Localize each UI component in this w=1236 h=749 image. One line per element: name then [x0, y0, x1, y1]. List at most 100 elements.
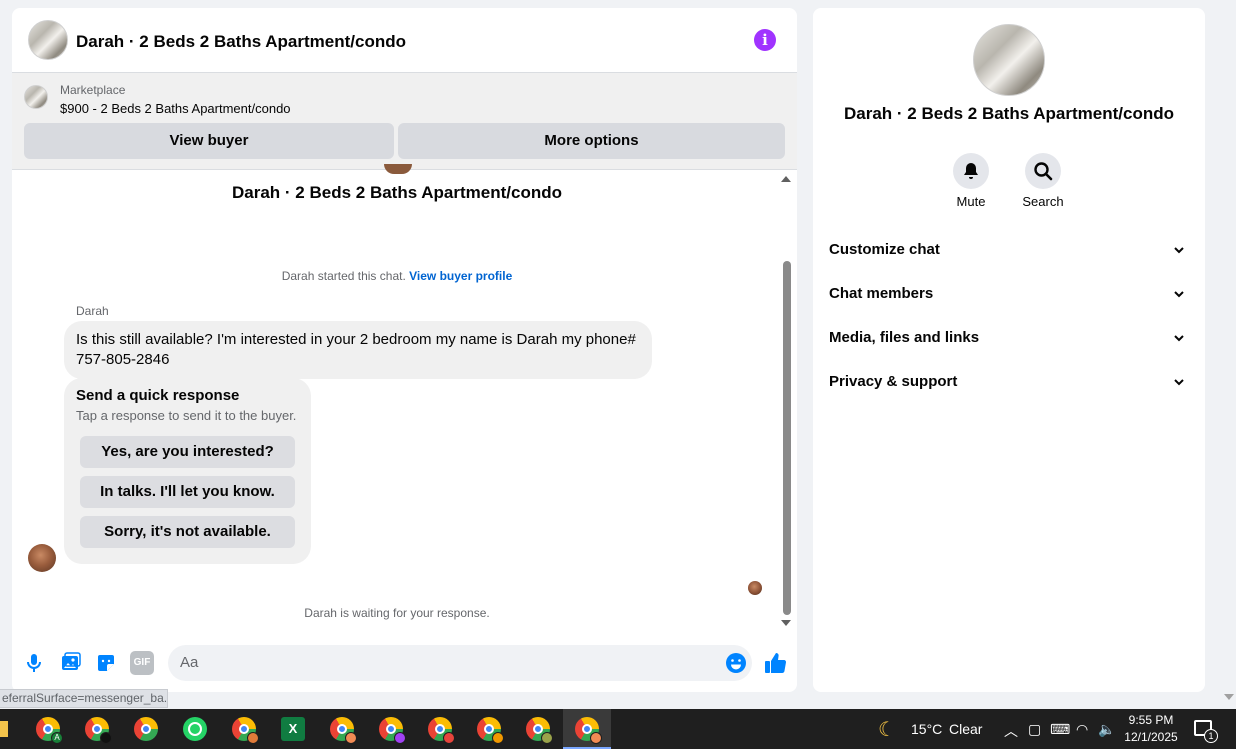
section-media-files-links[interactable]: Media, files and links — [829, 322, 1189, 354]
chat-started-text: Darah started this chat. — [281, 269, 406, 283]
taskbar-chrome-3[interactable] — [122, 709, 170, 749]
profile-badge — [394, 732, 406, 744]
chrome-icon — [330, 717, 357, 744]
section-privacy-support[interactable]: Privacy & support — [829, 366, 1189, 398]
quick-response-card: Send a quick response Tap a response to … — [64, 378, 311, 564]
taskbar-chrome-a[interactable]: A — [24, 709, 72, 749]
taskbar-chrome-5[interactable] — [318, 709, 366, 749]
chrome-icon — [134, 717, 158, 741]
clock-date: 12/1/2025 — [1124, 730, 1178, 744]
system-clock[interactable]: 9:55 PM 12/1/2025 — [1116, 712, 1186, 746]
listing-bar: Marketplace $900 - 2 Beds 2 Baths Apartm… — [12, 73, 797, 170]
chrome-icon — [232, 717, 259, 744]
section-label: Media, files and links — [829, 329, 980, 346]
listing-price-title[interactable]: $900 - 2 Beds 2 Baths Apartment/condo — [60, 101, 291, 116]
whatsapp-icon — [183, 717, 207, 741]
chrome-icon — [85, 717, 112, 744]
section-label: Chat members — [829, 285, 934, 302]
like-icon[interactable] — [763, 651, 787, 675]
more-options-button[interactable]: More options — [398, 123, 785, 159]
thread-title: Darah · 2 Beds 2 Baths Apartment/condo — [232, 183, 562, 202]
section-label: Customize chat — [829, 241, 940, 258]
moon-icon[interactable]: ☾ — [878, 717, 896, 742]
clock-time: 9:55 PM — [1128, 713, 1174, 727]
view-buyer-button[interactable]: View buyer — [24, 123, 394, 159]
chevron-up-icon[interactable]: ︿ — [1004, 721, 1018, 741]
section-chat-members[interactable]: Chat members — [829, 278, 1189, 310]
quick-response-in-talks[interactable]: In talks. I'll let you know. — [80, 476, 295, 508]
chat-title[interactable]: Darah · 2 Beds 2 Baths Apartment/condo — [76, 32, 406, 52]
taskbar-chrome-4[interactable] — [220, 709, 268, 749]
windows-taskbar: A X ☾ 15°C Clear ︿ ▢ ⌨ ◠ 🔈 9:55 PM 12/1/… — [0, 709, 1236, 749]
meet-now-icon[interactable]: ▢ — [1028, 721, 1041, 738]
search-icon — [1034, 162, 1053, 181]
status-bar-url: eferralSurface=messenger_ba... — [0, 689, 168, 708]
chat-header: Darah · 2 Beds 2 Baths Apartment/condo i — [12, 8, 797, 73]
taskbar-chrome-7[interactable] — [416, 709, 464, 749]
taskbar-chrome-active[interactable] — [563, 709, 611, 749]
listing-avatar[interactable] — [28, 20, 68, 60]
taskbar-chrome-8[interactable] — [465, 709, 513, 749]
taskbar-excel[interactable]: X — [269, 709, 317, 749]
emoji-icon[interactable] — [725, 652, 747, 674]
weather-temp[interactable]: 15°C — [911, 721, 942, 737]
quick-response-subtitle: Tap a response to send it to the buyer. — [76, 408, 297, 423]
sender-avatar[interactable] — [28, 544, 56, 572]
chevron-down-icon — [1174, 291, 1184, 298]
mute-label: Mute — [956, 194, 986, 209]
section-label: Privacy & support — [829, 373, 958, 390]
taskbar-chrome-6[interactable] — [367, 709, 415, 749]
message-scrollbar[interactable] — [780, 170, 792, 633]
profile-badge — [541, 732, 553, 744]
thread-avatar — [384, 164, 412, 174]
weather-desc[interactable]: Clear — [949, 721, 982, 737]
mute-button[interactable] — [953, 153, 989, 189]
gif-icon[interactable]: GIF — [130, 651, 154, 675]
quick-response-title: Send a quick response — [76, 387, 240, 404]
notification-count-badge: 1 — [1204, 729, 1218, 743]
conversation-avatar[interactable] — [973, 24, 1045, 96]
search-button[interactable] — [1025, 153, 1061, 189]
ime-icon[interactable]: ⌨ — [1050, 721, 1070, 738]
file-explorer-icon[interactable] — [0, 721, 8, 737]
profile-badge — [247, 732, 259, 744]
page-scroll-down-icon[interactable] — [1224, 694, 1234, 700]
view-buyer-profile-link[interactable]: View buyer profile — [409, 269, 512, 283]
quick-response-yes[interactable]: Yes, are you interested? — [80, 436, 295, 468]
chevron-down-icon — [1174, 335, 1184, 342]
microphone-icon[interactable] — [22, 651, 46, 675]
chrome-icon — [379, 717, 406, 744]
section-customize-chat[interactable]: Customize chat — [829, 234, 1189, 266]
listing-thumbnail[interactable] — [24, 85, 48, 109]
profile-badge — [443, 732, 455, 744]
taskbar-whatsapp[interactable] — [171, 709, 219, 749]
page-scrollbar[interactable] — [1220, 0, 1236, 709]
scroll-up-arrow-icon[interactable] — [781, 176, 791, 182]
bell-icon — [964, 163, 978, 179]
profile-badge: A — [51, 732, 63, 744]
chrome-icon — [477, 717, 504, 744]
conversation-title: Darah · 2 Beds 2 Baths Apartment/condo — [844, 104, 1174, 123]
taskbar-chrome-9[interactable] — [514, 709, 562, 749]
taskbar-chrome-2[interactable] — [73, 709, 121, 749]
chat-panel: Darah · 2 Beds 2 Baths Apartment/condo i… — [12, 8, 797, 692]
message-input[interactable]: Aa — [168, 645, 752, 681]
volume-muted-icon[interactable]: 🔈 — [1098, 721, 1115, 738]
search-label: Search — [1022, 194, 1064, 209]
scroll-down-arrow-icon[interactable] — [781, 620, 791, 626]
chat-started-notice: Darah started this chat. View buyer prof… — [12, 269, 782, 283]
profile-badge — [345, 732, 357, 744]
chrome-icon: A — [36, 717, 63, 744]
chevron-down-icon — [1174, 379, 1184, 386]
sender-name: Darah — [76, 304, 109, 318]
image-icon[interactable] — [58, 651, 82, 675]
wifi-icon[interactable]: ◠ — [1076, 721, 1088, 738]
chrome-icon — [526, 717, 553, 744]
sticker-icon[interactable] — [94, 651, 118, 675]
conversation-info-panel: Darah · 2 Beds 2 Baths Apartment/condo M… — [813, 8, 1205, 692]
quick-response-not-available[interactable]: Sorry, it's not available. — [80, 516, 295, 548]
scrollbar-thumb[interactable] — [783, 261, 791, 615]
info-icon[interactable]: i — [754, 29, 776, 51]
profile-badge — [590, 732, 602, 744]
chrome-icon — [575, 717, 602, 744]
